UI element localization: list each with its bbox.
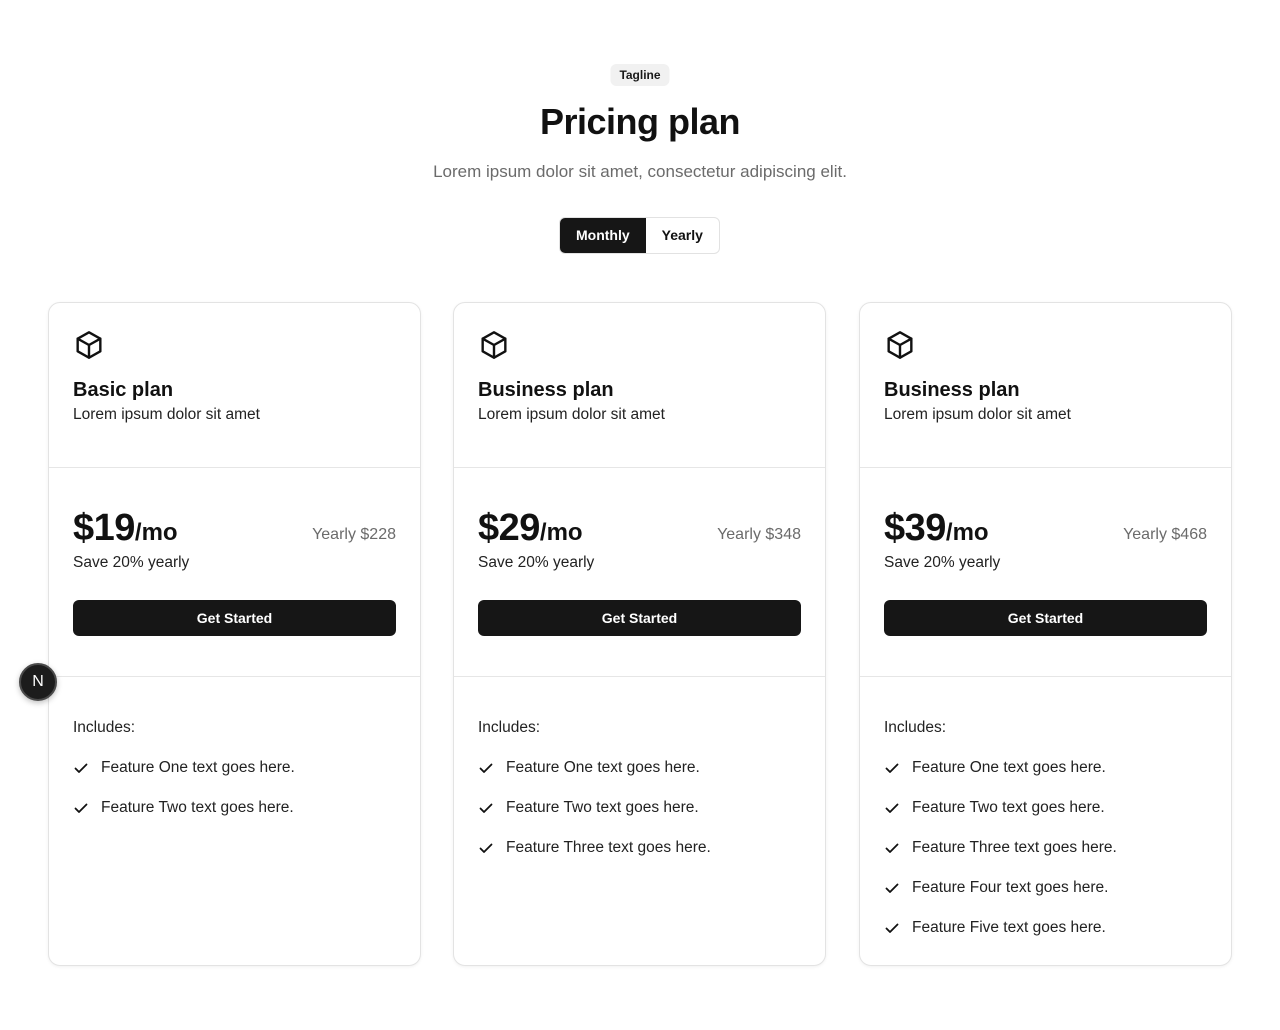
yearly-price: Yearly $228 xyxy=(312,526,396,543)
price-period: /mo xyxy=(945,519,989,546)
feature-text: Feature Four text goes here. xyxy=(912,879,1109,896)
feature-item: Feature Two text goes here. xyxy=(478,798,801,818)
toggle-yearly[interactable]: Yearly xyxy=(646,218,719,253)
get-started-button[interactable]: Get Started xyxy=(73,600,396,636)
plan-name: Business plan xyxy=(478,379,614,401)
feature-item: Feature One text goes here. xyxy=(478,758,801,778)
check-icon xyxy=(74,763,88,773)
plan-header: Business plan Lorem ipsum dolor sit amet xyxy=(860,303,1231,468)
plan-name: Basic plan xyxy=(73,379,174,401)
plan-name: Business plan xyxy=(884,379,1020,401)
feature-text: Feature Three text goes here. xyxy=(912,839,1117,856)
check-icon xyxy=(479,803,493,813)
plan-price: $19/mo xyxy=(73,506,178,558)
feature-text: Feature One text goes here. xyxy=(506,759,700,776)
cube-icon xyxy=(76,331,102,359)
check-icon xyxy=(885,883,899,893)
plan-description: Lorem ipsum dolor sit amet xyxy=(478,406,665,423)
includes-label: Includes: xyxy=(73,719,136,736)
plan-description: Lorem ipsum dolor sit amet xyxy=(884,406,1071,423)
pricing-page: Tagline Pricing plan Lorem ipsum dolor s… xyxy=(0,0,1280,1030)
check-icon xyxy=(885,923,899,933)
check-icon xyxy=(885,843,899,853)
page-title: Pricing plan xyxy=(539,101,741,142)
plan-card-business-plus: Business plan Lorem ipsum dolor sit amet… xyxy=(859,302,1232,966)
price-amount: $39 xyxy=(884,507,946,549)
feature-item: Feature Five text goes here. xyxy=(884,918,1207,938)
plan-pricing: $19/mo Yearly $228 Save 20% yearly Get S… xyxy=(49,468,420,677)
feature-text: Feature Two text goes here. xyxy=(101,799,294,816)
includes-label: Includes: xyxy=(478,719,541,736)
feature-item: Feature One text goes here. xyxy=(884,758,1207,778)
feature-text: Feature Two text goes here. xyxy=(912,799,1105,816)
toggle-monthly[interactable]: Monthly xyxy=(560,218,646,253)
plan-features: Includes: Feature One text goes here. Fe… xyxy=(454,677,825,858)
check-icon xyxy=(479,843,493,853)
plan-card-basic: Basic plan Lorem ipsum dolor sit amet $1… xyxy=(48,302,421,966)
plan-description: Lorem ipsum dolor sit amet xyxy=(73,406,260,423)
feature-item: Feature Three text goes here. xyxy=(884,838,1207,858)
save-note: Save 20% yearly xyxy=(884,554,1001,571)
plan-pricing: $29/mo Yearly $348 Save 20% yearly Get S… xyxy=(454,468,825,677)
cube-icon xyxy=(887,331,913,359)
plan-pricing: $39/mo Yearly $468 Save 20% yearly Get S… xyxy=(860,468,1231,677)
get-started-button[interactable]: Get Started xyxy=(884,600,1207,636)
feature-text: Feature One text goes here. xyxy=(912,759,1106,776)
billing-toggle: Monthly Yearly xyxy=(559,217,720,254)
cube-icon xyxy=(481,331,507,359)
plan-price: $29/mo xyxy=(478,506,583,558)
tagline-badge: Tagline xyxy=(610,64,670,86)
check-icon xyxy=(479,763,493,773)
price-period: /mo xyxy=(134,519,178,546)
save-note: Save 20% yearly xyxy=(73,554,190,571)
plan-header: Basic plan Lorem ipsum dolor sit amet xyxy=(49,303,420,468)
price-period: /mo xyxy=(539,519,583,546)
plan-header: Business plan Lorem ipsum dolor sit amet xyxy=(454,303,825,468)
includes-label: Includes: xyxy=(884,719,947,736)
plan-card-business: Business plan Lorem ipsum dolor sit amet… xyxy=(453,302,826,966)
nextjs-icon[interactable]: N xyxy=(19,663,57,701)
plan-features: Includes: Feature One text goes here. Fe… xyxy=(49,677,420,818)
yearly-price: Yearly $348 xyxy=(717,526,801,543)
feature-item: Feature Two text goes here. xyxy=(884,798,1207,818)
save-note: Save 20% yearly xyxy=(478,554,595,571)
page-subtitle: Lorem ipsum dolor sit amet, consectetur … xyxy=(433,162,847,181)
feature-item: Feature Three text goes here. xyxy=(478,838,801,858)
feature-text: Feature Five text goes here. xyxy=(912,919,1106,936)
feature-text: Feature Two text goes here. xyxy=(506,799,699,816)
get-started-button[interactable]: Get Started xyxy=(478,600,801,636)
yearly-price: Yearly $468 xyxy=(1123,526,1207,543)
price-amount: $29 xyxy=(478,507,540,549)
plan-features: Includes: Feature One text goes here. Fe… xyxy=(860,677,1231,938)
feature-item: Feature Four text goes here. xyxy=(884,878,1207,898)
feature-text: Feature One text goes here. xyxy=(101,759,295,776)
price-amount: $19 xyxy=(73,507,135,549)
feature-item: Feature One text goes here. xyxy=(73,758,396,778)
feature-item: Feature Two text goes here. xyxy=(73,798,396,818)
feature-text: Feature Three text goes here. xyxy=(506,839,711,856)
check-icon xyxy=(885,763,899,773)
plan-price: $39/mo xyxy=(884,506,989,558)
check-icon xyxy=(74,803,88,813)
check-icon xyxy=(885,803,899,813)
